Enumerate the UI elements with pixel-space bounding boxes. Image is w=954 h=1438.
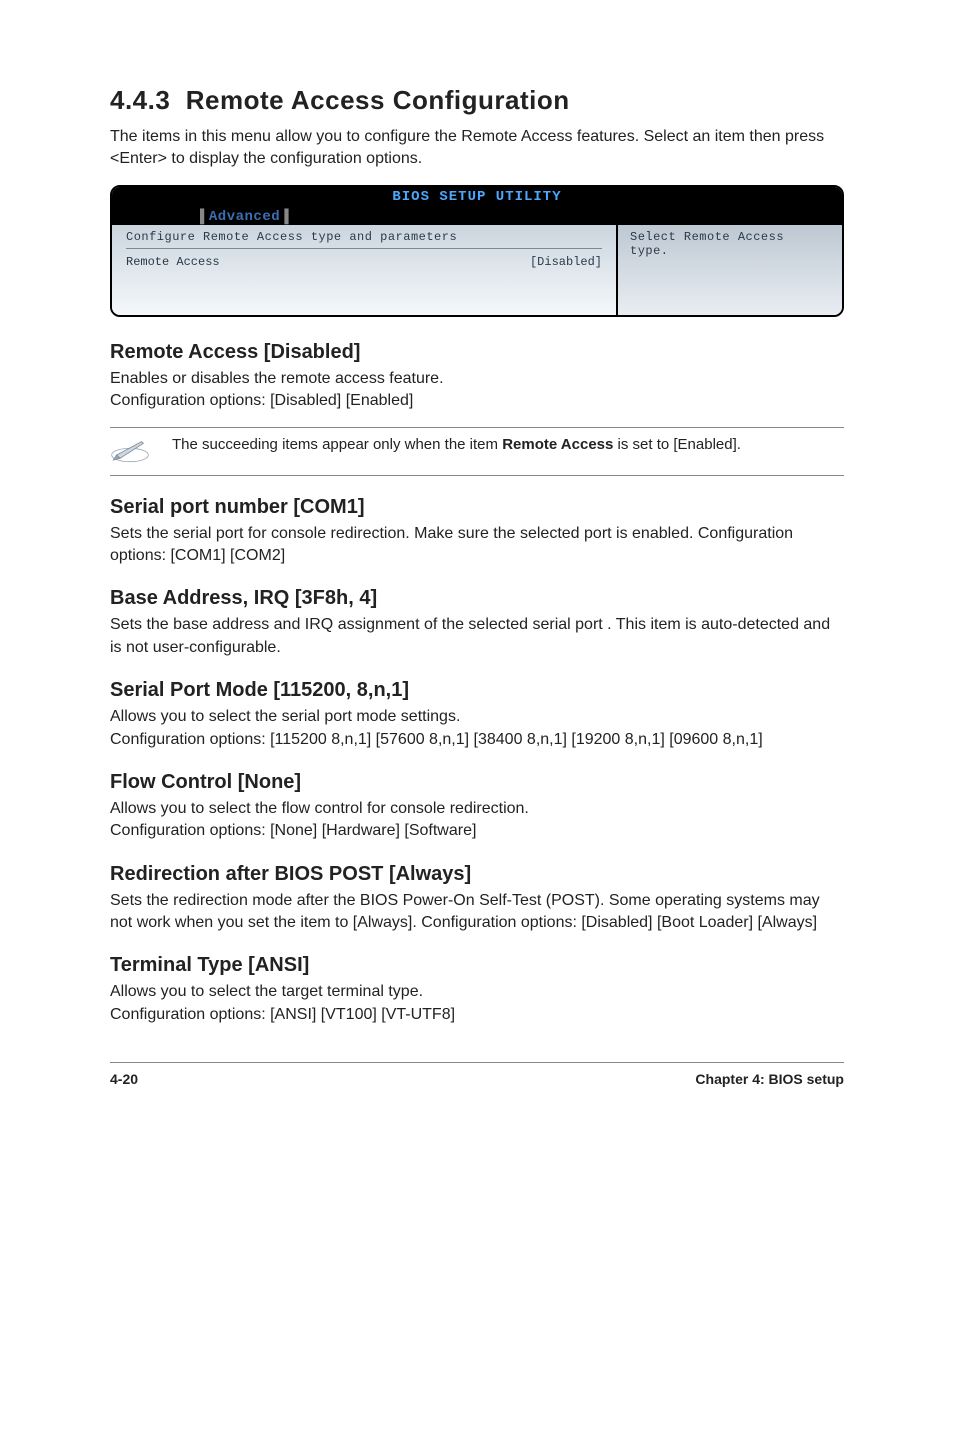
bios-option-row: Remote Access [Disabled] xyxy=(126,255,602,269)
subsection-heading: Flow Control [None] xyxy=(110,771,844,794)
note-box: The succeeding items appear only when th… xyxy=(110,427,844,476)
bios-screenshot: BIOS SETUP UTILITY ▌Advanced▐ Configure … xyxy=(110,185,844,317)
section-heading: 4.4.3 Remote Access Configuration xyxy=(110,85,844,116)
bios-tab-label: Advanced xyxy=(209,209,280,225)
intro-paragraph: The items in this menu allow you to conf… xyxy=(110,126,844,171)
bios-tab-advanced: ▌Advanced▐ xyxy=(200,209,289,225)
subsection-body: Allows you to select the flow control fo… xyxy=(110,798,844,843)
subsection-heading: Remote Access [Disabled] xyxy=(110,341,844,364)
note-pre: The succeeding items appear only when th… xyxy=(172,436,502,453)
subsection-heading: Redirection after BIOS POST [Always] xyxy=(110,863,844,886)
subsection-body: Allows you to select the serial port mod… xyxy=(110,706,844,751)
subsection-body: Sets the serial port for console redirec… xyxy=(110,523,844,568)
subsection-heading: Terminal Type [ANSI] xyxy=(110,954,844,977)
section-title: Remote Access Configuration xyxy=(186,85,570,115)
subsection-heading: Serial Port Mode [115200, 8,n,1] xyxy=(110,679,844,702)
bios-option-label: Remote Access xyxy=(126,255,220,269)
bios-title: BIOS SETUP UTILITY xyxy=(392,189,561,205)
note-post: is set to [Enabled]. xyxy=(613,436,741,453)
subsection-body: Enables or disables the remote access fe… xyxy=(110,368,844,413)
subsection-body: Sets the redirection mode after the BIOS… xyxy=(110,890,844,935)
bios-left-panel: Configure Remote Access type and paramet… xyxy=(112,225,616,315)
subsection-heading: Base Address, IRQ [3F8h, 4] xyxy=(110,587,844,610)
subsection-heading: Serial port number [COM1] xyxy=(110,496,844,519)
footer-chapter: Chapter 4: BIOS setup xyxy=(695,1071,844,1087)
note-bold: Remote Access xyxy=(502,436,613,453)
bios-titlebar: BIOS SETUP UTILITY ▌Advanced▐ xyxy=(112,187,842,225)
note-icon xyxy=(110,434,150,469)
bios-option-value: [Disabled] xyxy=(530,255,602,269)
bios-panel-title: Configure Remote Access type and paramet… xyxy=(126,230,602,249)
subsection-body: Allows you to select the target terminal… xyxy=(110,981,844,1026)
section-number: 4.4.3 xyxy=(110,85,170,115)
subsection-body: Sets the base address and IRQ assignment… xyxy=(110,614,844,659)
note-text: The succeeding items appear only when th… xyxy=(172,434,844,455)
bios-help-panel: Select Remote Access type. xyxy=(616,225,842,315)
footer-page-number: 4-20 xyxy=(110,1071,138,1087)
bios-content: Configure Remote Access type and paramet… xyxy=(112,225,842,315)
page-footer: 4-20 Chapter 4: BIOS setup xyxy=(110,1062,844,1087)
